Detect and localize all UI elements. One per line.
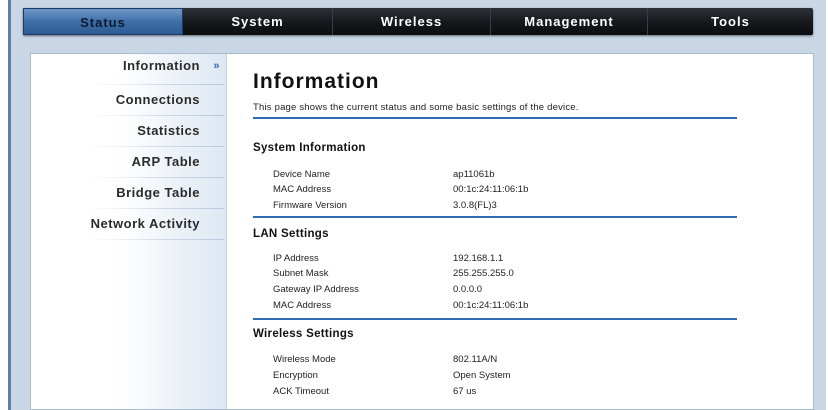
row-value: 67 us <box>453 386 477 397</box>
page-title: Information <box>253 70 380 93</box>
info-row: Subnet Mask 255.255.255.0 <box>273 267 733 281</box>
tab-tools[interactable]: Tools <box>648 8 813 35</box>
sidebar-item-network-activity[interactable]: Network Activity <box>31 209 226 239</box>
sidebar-item-label: Information <box>123 58 200 73</box>
top-navigation: Status System Wireless Management Tools <box>23 8 813 35</box>
sidebar-item-label: Network Activity <box>90 216 200 231</box>
row-label: IP Address <box>273 253 319 264</box>
section-title-lan-settings: LAN Settings <box>253 228 329 240</box>
row-label: Device Name <box>273 169 331 180</box>
sidebar-item-bridge-table[interactable]: Bridge Table <box>31 178 226 208</box>
row-label: Gateway IP Address <box>273 284 359 295</box>
sidebar-item-label: Statistics <box>137 123 200 138</box>
info-row: ACK Timeout 67 us <box>273 385 733 399</box>
row-value: ap11061b <box>453 169 495 180</box>
tab-wireless[interactable]: Wireless <box>333 8 491 35</box>
tab-management[interactable]: Management <box>491 8 648 35</box>
content-panel: Information » Connections Statistics ARP… <box>30 53 814 410</box>
row-value: 0.0.0.0 <box>453 284 483 295</box>
row-value: 255.255.255.0 <box>453 268 514 279</box>
row-value: 00:1c:24:11:06:1b <box>453 300 529 311</box>
sidebar: Information » Connections Statistics ARP… <box>31 54 227 409</box>
row-label: MAC Address <box>273 300 332 311</box>
row-label: Subnet Mask <box>273 268 329 279</box>
divider <box>253 117 737 119</box>
row-value: 192.168.1.1 <box>453 253 504 264</box>
row-value: Open System <box>453 370 511 381</box>
info-row: MAC Address 00:1c:24:11:06:1b <box>273 183 733 197</box>
info-row: Wireless Mode 802.11A/N <box>273 353 733 367</box>
info-row: Gateway IP Address 0.0.0.0 <box>273 283 733 297</box>
row-value: 3.0.8(FL)3 <box>453 200 497 211</box>
page-description: This page shows the current status and s… <box>253 102 579 113</box>
section-title-system-information: System Information <box>253 142 366 154</box>
info-row: Device Name ap11061b <box>273 168 733 182</box>
sidebar-item-label: Connections <box>115 92 200 107</box>
main-content: Information This page shows the current … <box>227 54 813 409</box>
info-row: Firmware Version 3.0.8(FL)3 <box>273 199 733 213</box>
row-label: ACK Timeout <box>273 386 329 397</box>
sidebar-item-connections[interactable]: Connections <box>31 85 226 115</box>
sidebar-item-label: Bridge Table <box>116 185 200 200</box>
info-row: Encryption Open System <box>273 369 733 383</box>
row-label: MAC Address <box>273 184 332 195</box>
info-row: MAC Address 00:1c:24:11:06:1b <box>273 299 733 313</box>
row-label: Wireless Mode <box>273 354 336 365</box>
section-title-wireless-settings: Wireless Settings <box>253 328 354 340</box>
sidebar-item-statistics[interactable]: Statistics <box>31 116 226 146</box>
row-label: Firmware Version <box>273 200 347 211</box>
divider <box>253 318 737 320</box>
divider <box>253 216 737 218</box>
active-marker-icon: » <box>213 60 220 72</box>
info-row: IP Address 192.168.1.1 <box>273 252 733 266</box>
row-label: Encryption <box>273 370 318 381</box>
sidebar-item-information[interactable]: Information » <box>31 54 226 84</box>
sidebar-item-label: ARP Table <box>131 154 200 169</box>
divider <box>86 239 224 240</box>
sidebar-item-arp-table[interactable]: ARP Table <box>31 147 226 177</box>
tab-system[interactable]: System <box>183 8 333 35</box>
tab-status[interactable]: Status <box>23 8 183 35</box>
row-value: 00:1c:24:11:06:1b <box>453 184 529 195</box>
row-value: 802.11A/N <box>453 354 498 365</box>
